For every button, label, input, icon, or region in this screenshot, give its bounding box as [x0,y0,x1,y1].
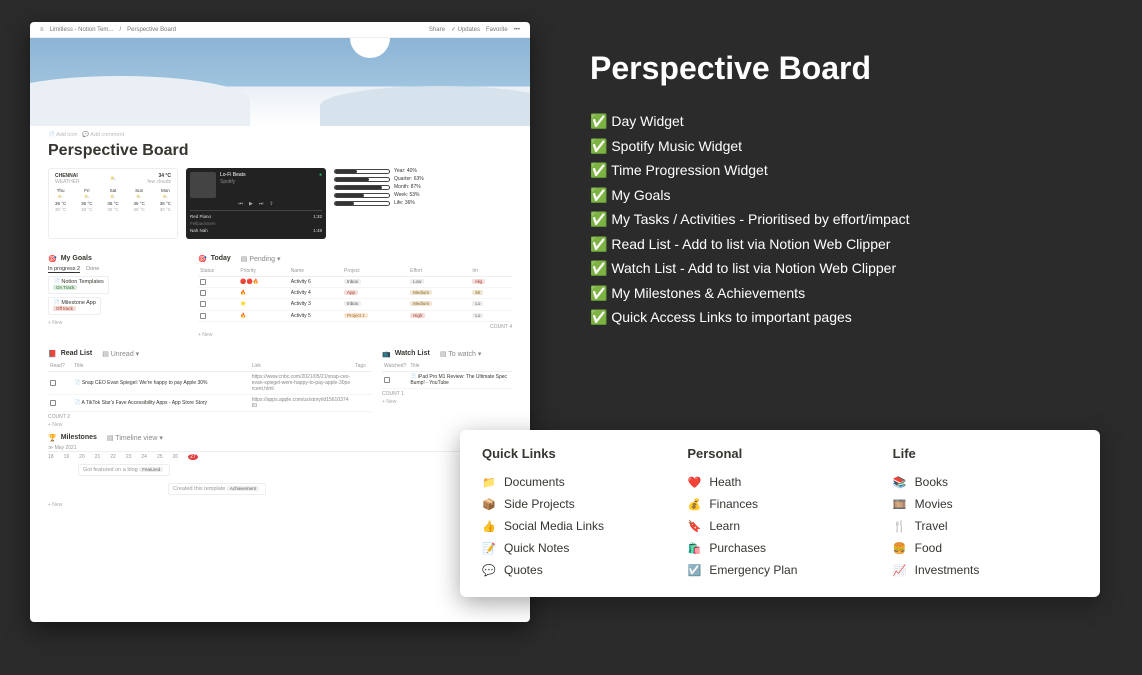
quicklink-item[interactable]: 🎞️Movies [893,493,1078,515]
link-icon: ☑️ [687,563,701,577]
personal-heading: Personal [687,446,872,461]
quicklinks-heading: Quick Links [482,446,667,461]
table-row[interactable]: 📄 Snap CEO Evan Spiegel: We're happy to … [48,371,372,394]
table-row[interactable]: 🔥Activity 5Project 1HighLo [198,310,512,321]
link-icon: 🎞️ [893,497,907,511]
goals-header: 🎯 My Goals [48,255,188,263]
page-cover [30,38,530,126]
quicklink-item[interactable]: ☑️Emergency Plan [687,559,872,581]
breadcrumb-page[interactable]: Perspective Board [127,27,176,33]
quicklink-item[interactable]: ❤️Heath [687,471,872,493]
feature-item: Spotify Music Widget [590,134,1102,159]
watchlist-table: Watched?Title 📄 iPad Pro M1 Review: The … [382,361,512,389]
quicklink-item[interactable]: 🔖Learn [687,515,872,537]
new-watch[interactable]: + New [382,399,512,405]
readlist-header: 📕 Read List ▤ Unread ▾ [48,350,372,358]
link-icon: 🛍️ [687,541,701,555]
quicklink-item[interactable]: 📈Investments [893,559,1078,581]
weather-widget: CHENNAI WEATHER ⛅ 34 °C few clouds Thu⛅3… [48,168,178,239]
quicklink-item[interactable]: 👍Social Media Links [482,515,667,537]
album-art [190,172,216,198]
life-heading: Life [893,446,1078,461]
link-icon: 📁 [482,475,496,489]
link-icon: 🍴 [893,519,907,533]
table-row[interactable]: ⭐Activity 3InboxMediumLo [198,299,512,310]
notion-page: ≡ Limitless - Notion Tem... / Perspectiv… [30,22,530,622]
page-title: Perspective Board [48,142,512,160]
menu-icon[interactable]: ≡ [40,27,44,33]
titlebar: ≡ Limitless - Notion Tem... / Perspectiv… [30,22,530,38]
watchlist-header: 📺 Watch List ▤ To watch ▾ [382,350,512,358]
promo-panel: Perspective Board Day WidgetSpotify Musi… [530,22,1112,330]
updates-button[interactable]: ✓ Updates [451,26,480,33]
quicklink-item[interactable]: 📝Quick Notes [482,537,667,559]
table-row[interactable]: 🔥Activity 4AppMediumMi [198,287,512,298]
quicklink-item[interactable]: 📁Documents [482,471,667,493]
more-button[interactable]: ••• [514,27,520,33]
feature-item: My Goals [590,183,1102,208]
feature-item: My Tasks / Activities - Prioritised by e… [590,207,1102,232]
feature-item: My Milestones & Achievements [590,281,1102,306]
new-read[interactable]: + New [48,422,372,428]
feature-item: Watch List - Add to list via Notion Web … [590,256,1102,281]
link-icon: 📚 [893,475,907,489]
table-row[interactable]: 🔴🔴🔥Activity 6InboxLowHig [198,276,512,287]
link-icon: 🍔 [893,541,907,555]
link-icon: ❤️ [687,475,701,489]
new-goal[interactable]: + New [48,320,188,326]
quicklink-item[interactable]: 🍴Travel [893,515,1078,537]
link-icon: 👍 [482,519,496,533]
spotify-widget[interactable]: Lo-Fi Beats Spotify ● ⏮ ▶ ⏭ ⇪ Red PianoF… [186,168,326,239]
quicklink-item[interactable]: 📦Side Projects [482,493,667,515]
table-row[interactable]: 📄 A TikTok Star's Fave Accessibility App… [48,394,372,411]
promo-title: Perspective Board [590,50,1102,87]
link-icon: 💬 [482,563,496,577]
quicklink-item[interactable]: 🛍️Purchases [687,537,872,559]
goal-card[interactable]: 📄 Notion TemplatesOn Track [48,276,109,294]
new-task[interactable]: + New [198,332,512,338]
milestones-header: 🏆 Milestones ▤ Timeline view ▾ [48,434,512,442]
feature-list: Day WidgetSpotify Music WidgetTime Progr… [590,109,1102,330]
goal-card[interactable]: 📄 Milestone AppOff track [48,297,101,315]
link-icon: 🔖 [687,519,701,533]
feature-item: Quick Access Links to important pages [590,305,1102,330]
tab-done[interactable]: Done [86,266,99,273]
share-icon[interactable]: ⇪ [269,201,273,207]
quicklink-item[interactable]: 📚Books [893,471,1078,493]
progress-widget: Year: 40%Quarter: 63%Month: 87%Week: 53%… [334,168,444,239]
link-icon: 📈 [893,563,907,577]
tab-inprogress[interactable]: In progress 2 [48,266,80,273]
link-icon: 📦 [482,497,496,511]
feature-item: Read List - Add to list via Notion Web C… [590,232,1102,257]
breadcrumb-root[interactable]: Limitless - Notion Tem... [50,27,114,33]
feature-item: Day Widget [590,109,1102,134]
page-actions[interactable]: 📄 Add icon 💬 Add comment [48,132,512,138]
today-header: 🎯 Today ▤ Pending ▾ [198,255,512,263]
readlist-table: Read?TitleLinkTags 📄 Snap CEO Evan Spieg… [48,361,372,412]
link-icon: 💰 [687,497,701,511]
quick-links-popover: Quick Links 📁Documents📦Side Projects👍Soc… [460,430,1100,597]
prev-icon[interactable]: ⏮ [238,201,243,207]
table-row[interactable]: 📄 iPad Pro M1 Review: The Ultimate Spec … [382,371,512,388]
quicklink-item[interactable]: 💬Quotes [482,559,667,581]
play-icon[interactable]: ▶ [249,201,253,207]
feature-item: Time Progression Widget [590,158,1102,183]
link-icon: 📝 [482,541,496,555]
quicklink-item[interactable]: 🍔Food [893,537,1078,559]
today-table: StatusPriorityNameProjectEffortIm 🔴🔴🔥Act… [198,266,512,322]
next-icon[interactable]: ⏭ [259,201,264,207]
quicklink-item[interactable]: 💰Finances [687,493,872,515]
new-milestone[interactable]: + New [48,502,512,508]
share-button[interactable]: Share [429,27,445,33]
favorite-button[interactable]: Favorite [486,27,508,33]
